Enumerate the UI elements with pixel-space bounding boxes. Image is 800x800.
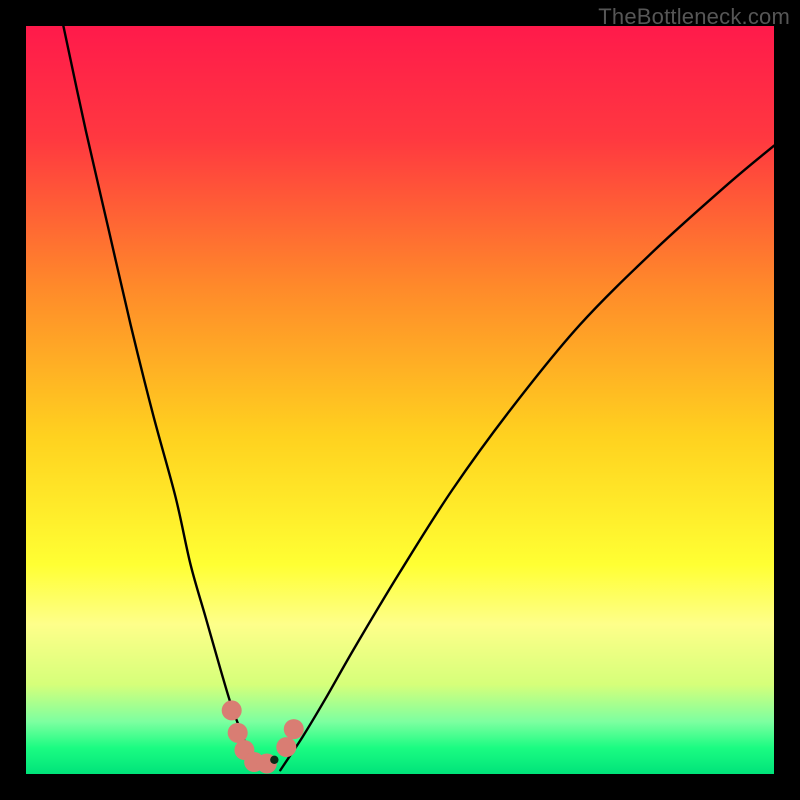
point-group <box>270 756 278 764</box>
watermark-text: TheBottleneck.com <box>598 4 790 30</box>
bottleneck-plot <box>26 26 774 774</box>
marker-m6 <box>276 737 296 757</box>
gradient-fill <box>26 26 774 774</box>
chart-frame <box>26 26 774 774</box>
optimal-point <box>270 756 278 764</box>
marker-m2 <box>228 723 248 743</box>
marker-m1 <box>222 700 242 720</box>
marker-m7 <box>284 719 304 739</box>
